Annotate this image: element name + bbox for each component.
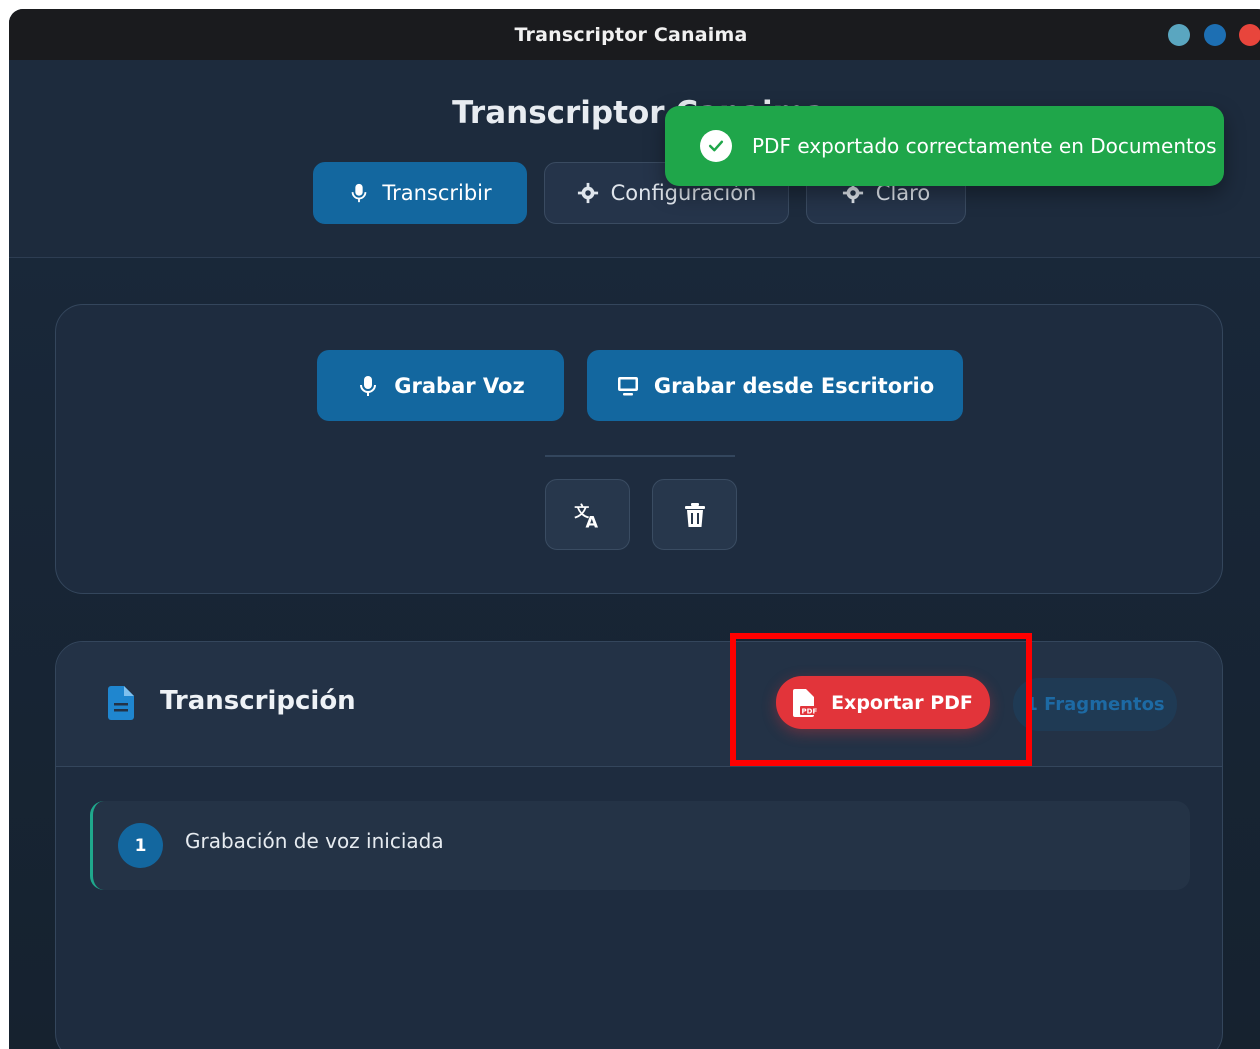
app-window: Transcriptor Canaima Transcriptor Canaim… xyxy=(9,9,1260,1049)
highlight-box xyxy=(730,633,1032,766)
close-button[interactable] xyxy=(1239,24,1260,46)
success-toast: PDF exportado correctamente en Documento… xyxy=(665,106,1224,186)
divider xyxy=(545,455,735,457)
fragments-badge: 1 Fragmentos xyxy=(1013,678,1177,731)
record-desktop-button[interactable]: Grabar desde Escritorio xyxy=(587,350,963,421)
translate-button[interactable]: 文 A xyxy=(545,479,630,550)
recording-panel: Grabar Voz Grabar desde Escritorio 文 A xyxy=(55,304,1223,594)
trash-icon xyxy=(684,502,705,527)
record-voice-button[interactable]: Grabar Voz xyxy=(317,350,564,421)
entry-text: Grabación de voz iniciada xyxy=(185,829,444,853)
button-label: Grabar Voz xyxy=(394,373,525,398)
transcription-panel: Transcripción PDF Exportar PDF 1 Fragmen… xyxy=(55,641,1223,1049)
svg-text:A: A xyxy=(585,512,598,530)
monitor-icon xyxy=(617,376,638,395)
button-label: Grabar desde Escritorio xyxy=(653,373,935,398)
check-circle-icon xyxy=(700,130,732,162)
list-item: 1 Grabación de voz iniciada xyxy=(90,801,1190,890)
document-icon xyxy=(108,686,134,720)
minimize-button[interactable] xyxy=(1168,24,1190,46)
translate-icon: 文 A xyxy=(574,502,598,530)
tab-transcribir[interactable]: Transcribir xyxy=(313,162,527,224)
maximize-button[interactable] xyxy=(1204,24,1226,46)
tab-label: Transcribir xyxy=(382,181,492,205)
title-bar: Transcriptor Canaima xyxy=(9,9,1260,60)
microphone-icon xyxy=(360,375,377,396)
transcription-title: Transcripción xyxy=(160,686,356,716)
microphone-icon xyxy=(352,183,367,203)
entry-number: 1 xyxy=(118,823,163,868)
window-title: Transcriptor Canaima xyxy=(514,23,748,46)
gear-icon xyxy=(577,182,598,204)
toast-message: PDF exportado correctamente en Documento… xyxy=(752,134,1217,158)
delete-button[interactable] xyxy=(652,479,737,550)
transcription-header: Transcripción PDF Exportar PDF 1 Fragmen… xyxy=(56,642,1222,767)
